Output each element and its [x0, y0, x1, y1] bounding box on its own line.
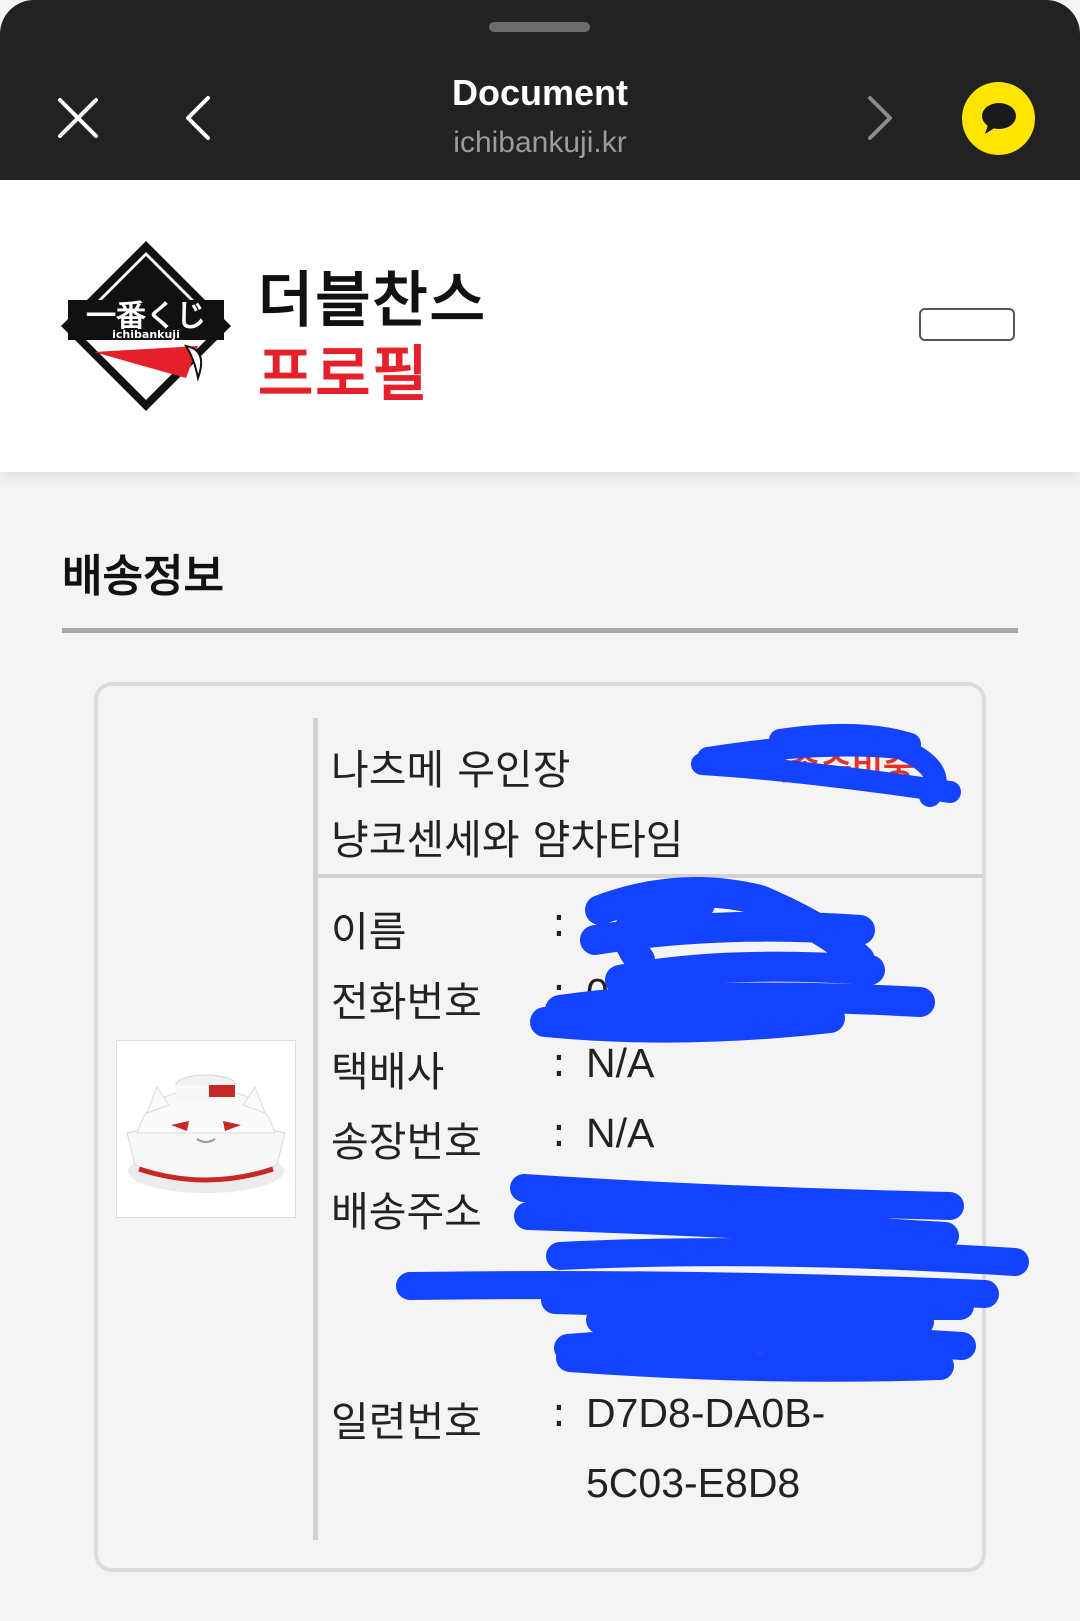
ichibankuji-logo: 一番くじ ichibankuji — [61, 241, 231, 411]
page-url: ichibankuji.kr — [453, 126, 627, 159]
chevron-right-icon — [868, 96, 892, 140]
product-name-line1: 나츠메 우인장 — [331, 746, 571, 794]
address-label: 배송주소 — [331, 1188, 482, 1236]
forward-button[interactable] — [852, 88, 908, 148]
address-value: 서 — [586, 1191, 624, 1237]
phone-colon: : — [552, 968, 566, 1016]
svg-text:ichibankuji: ichibankuji — [112, 328, 180, 341]
close-button[interactable] — [50, 88, 106, 148]
chevron-left-icon — [186, 96, 210, 140]
drag-handle[interactable] — [489, 22, 590, 32]
courier-value: N/A — [586, 1040, 655, 1086]
brand-subtitle: 프로필 — [258, 340, 430, 410]
phone-label: 전화번호 — [331, 978, 482, 1026]
tracking-label: 송장번호 — [331, 1118, 482, 1166]
tracking-value: N/A — [586, 1110, 655, 1156]
address-colon: : — [552, 1178, 566, 1226]
serial-value-line2: 5C03-E8D8 — [586, 1460, 801, 1506]
courier-colon: : — [552, 1038, 566, 1086]
back-button[interactable] — [170, 88, 226, 148]
product-name-line2: 냥코센세와 얌차타임 — [331, 816, 684, 864]
card-horizontal-divider — [318, 874, 983, 878]
product-bowl-image — [126, 1074, 286, 1193]
product-image[interactable] — [116, 1040, 296, 1218]
serial-label: 일련번호 — [331, 1398, 482, 1446]
chat-bubble-icon — [981, 102, 1016, 134]
serial-colon: : — [552, 1388, 566, 1436]
close-icon — [58, 98, 98, 138]
name-label: 이름 — [331, 908, 407, 956]
header-action-button[interactable] — [919, 308, 1015, 341]
card-vertical-divider — [313, 718, 318, 1540]
order-status-badge: 배송준비중 — [758, 748, 915, 788]
section-title: 배송정보 — [62, 551, 224, 602]
browser-top-bar: Document ichibankuji.kr — [0, 0, 1080, 180]
profile-header: 一番くじ ichibankuji 더블찬스 프로필 — [0, 180, 1080, 472]
chat-button[interactable] — [962, 82, 1035, 155]
serial-value-line1: D7D8-DA0B- — [586, 1390, 826, 1436]
phone-value: 01 — [586, 970, 632, 1016]
page-title: Document — [451, 72, 628, 113]
tracking-colon: : — [552, 1108, 566, 1156]
section-divider — [62, 628, 1018, 633]
courier-label: 택배사 — [331, 1048, 445, 1096]
name-colon: : — [552, 898, 566, 946]
